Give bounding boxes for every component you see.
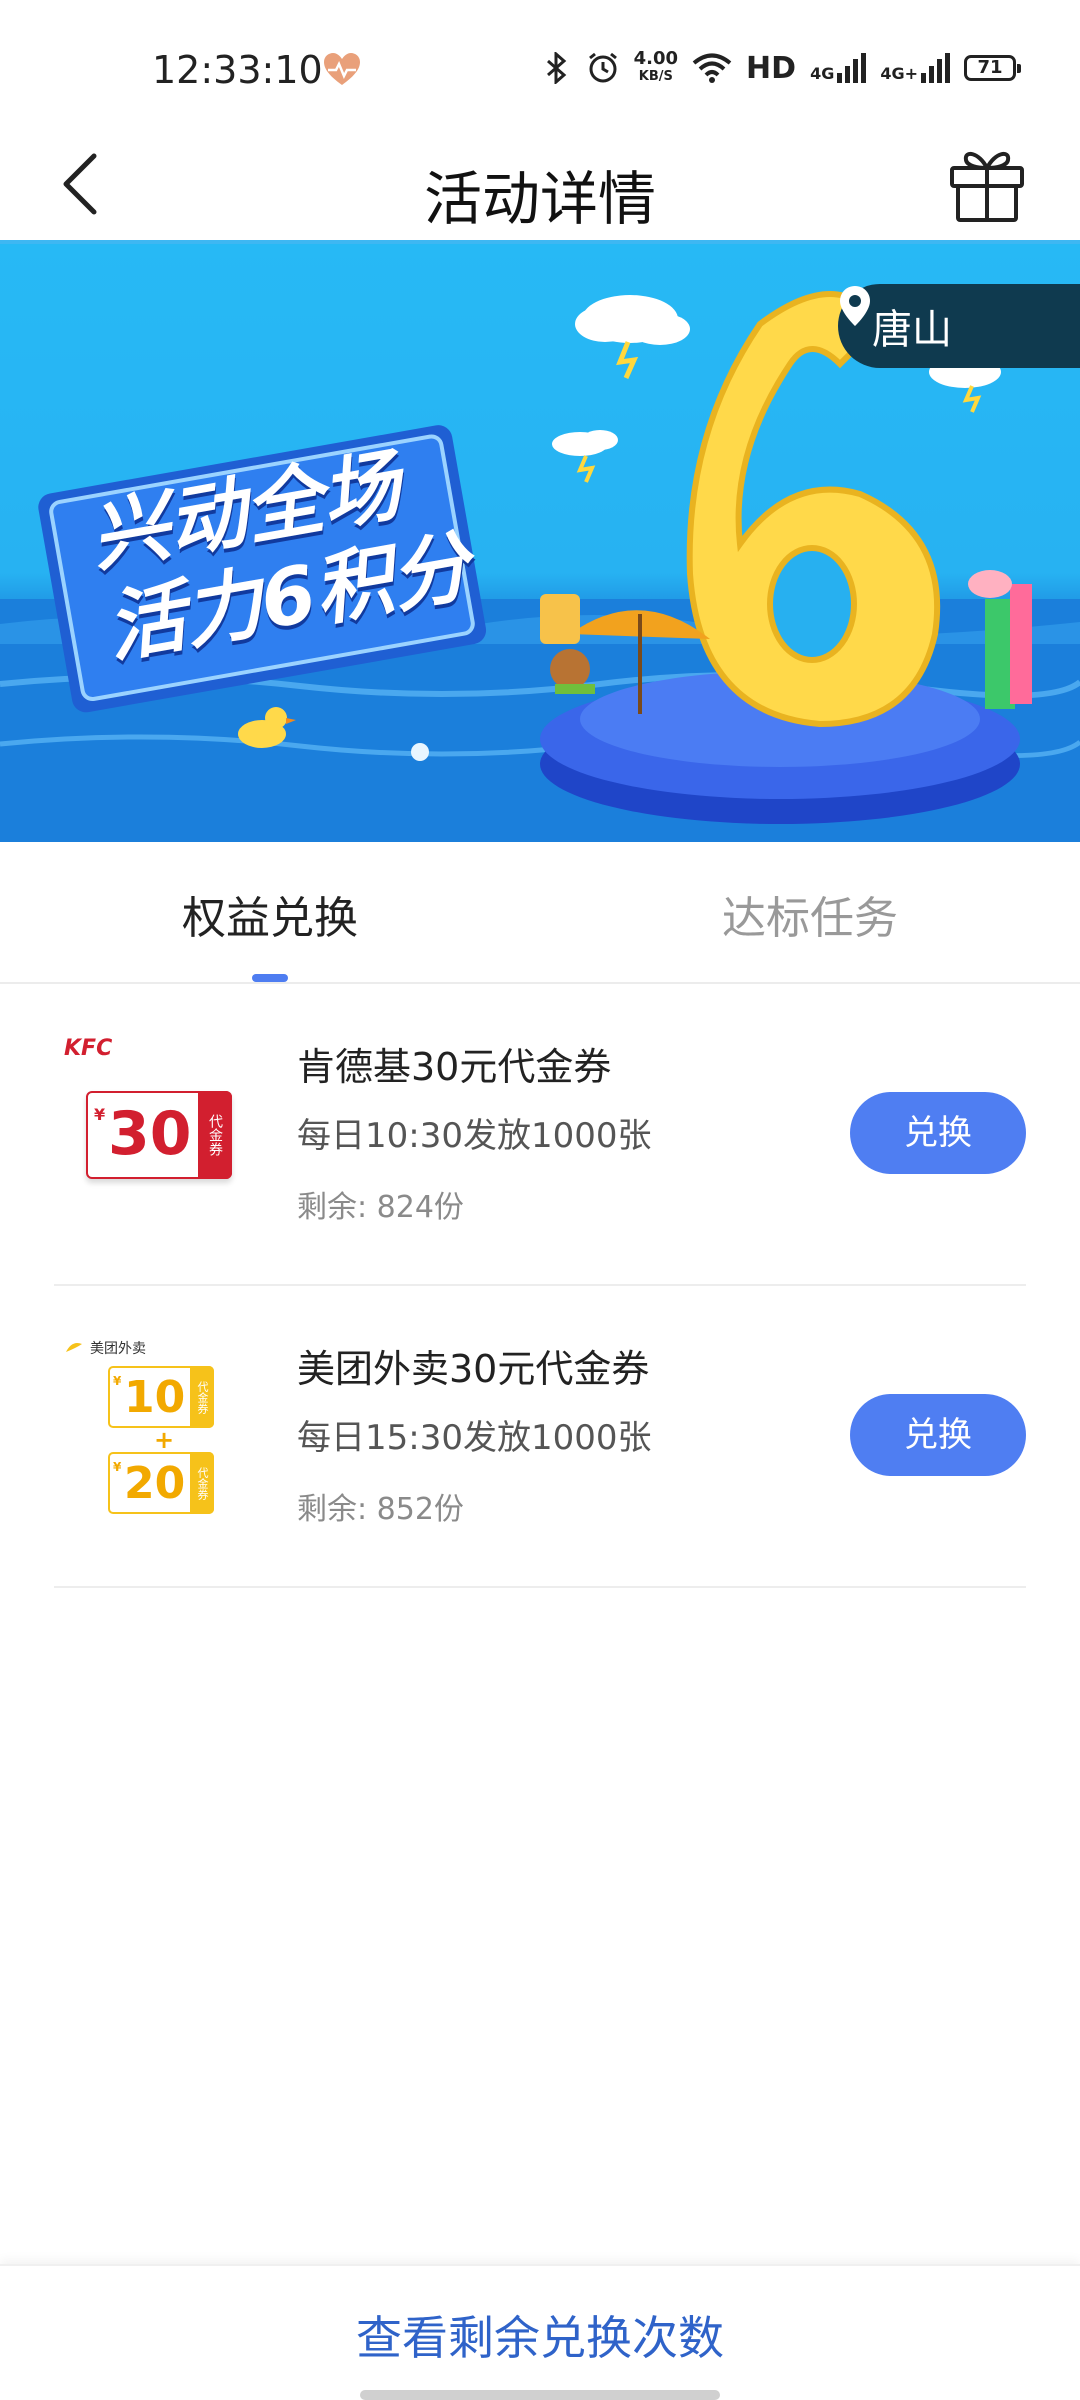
bluetooth-icon: [546, 52, 566, 84]
list-item[interactable]: 美团外卖 ¥ 10 代金券 + ¥ 20 代金券 美团外卖30元代金券 每日15…: [54, 1288, 1026, 1588]
exchange-button[interactable]: 兑换: [850, 1394, 1026, 1476]
location-pin-icon: [840, 286, 870, 326]
location-selector[interactable]: 唐山: [838, 284, 1080, 368]
kfc-voucher-thumbnail: KFC ¥ 30 代金券: [64, 1036, 244, 1226]
page-title: 活动详情: [423, 165, 656, 233]
active-tab-indicator: [252, 974, 288, 982]
currency-symbol: ¥: [113, 1374, 122, 1388]
status-time: 12:33:10: [152, 48, 323, 92]
net-speed-value: 4.00: [633, 48, 679, 69]
voucher-amount-20: 20: [124, 1458, 186, 1509]
list-item[interactable]: KFC ¥ 30 代金券 肯德基30元代金券 每日10:30发放1000张 剩余…: [54, 986, 1026, 1286]
location-label: 唐山: [872, 307, 952, 353]
status-icons: 4.00 KB/S HD 4G 4G+ 71: [542, 50, 1021, 86]
bottom-bar: 查看剩余兑换次数: [0, 2264, 1080, 2400]
alarm-icon: [588, 52, 617, 83]
net-speed: 4.00 KB/S: [634, 50, 678, 86]
meituan-voucher-thumbnail: 美团外卖 ¥ 10 代金券 + ¥ 20 代金券: [64, 1338, 244, 1528]
promo-banner[interactable]: 兴动全场 活力6积分 唐山: [0, 244, 1080, 842]
meituan-logo-icon: [66, 1343, 82, 1352]
item-remaining: 剩余: 852份: [297, 1492, 464, 1527]
voucher-ticket: ¥ 30 代金券: [86, 1091, 232, 1179]
voucher-ticket-10: ¥ 10 代金券: [108, 1366, 214, 1428]
voucher-tag: 代金券: [198, 1091, 232, 1179]
signal-1: 4G: [810, 53, 867, 83]
tab-bar: 权益兑换 达标任务: [0, 842, 1080, 984]
signal-2-label: 4G+: [880, 64, 918, 83]
gift-icon[interactable]: [944, 140, 1030, 226]
view-remaining-exchanges-link[interactable]: 查看剩余兑换次数: [0, 2302, 1080, 2368]
signal-bars-icon: [837, 53, 867, 83]
currency-symbol: ¥: [113, 1460, 122, 1474]
wifi-icon: [692, 53, 732, 83]
voucher-amount: 30: [108, 1099, 192, 1169]
voucher-tag: 代金券: [190, 1366, 214, 1428]
voucher-ticket-20: ¥ 20 代金券: [108, 1452, 214, 1514]
header: 活动详情: [0, 130, 1080, 240]
currency-symbol: ¥: [94, 1105, 106, 1124]
signal-bars-icon: [921, 53, 950, 83]
signal-2: 4G+: [880, 53, 950, 83]
status-bar: 12:33:10 4.00 KB/S HD 4G 4G+ 71: [0, 0, 1080, 130]
signal-1-label: 4G: [810, 64, 835, 83]
health-heart-icon: [324, 53, 360, 85]
item-schedule: 每日10:30发放1000张: [297, 1116, 652, 1156]
thumb-brand: KFC: [64, 1036, 113, 1061]
home-indicator[interactable]: [360, 2390, 720, 2400]
hd-indicator: HD: [746, 50, 797, 86]
battery-indicator: 71: [964, 55, 1021, 81]
thumb-brand: 美团外卖: [64, 1338, 146, 1358]
tab-target-tasks[interactable]: 达标任务: [540, 882, 1080, 946]
exchange-button[interactable]: 兑换: [850, 1092, 1026, 1174]
plus-sign: +: [154, 1426, 175, 1454]
voucher-tag: 代金券: [190, 1452, 214, 1514]
tab-rights-exchange[interactable]: 权益兑换: [0, 882, 540, 946]
voucher-amount-10: 10: [124, 1372, 186, 1423]
thumb-brand-name: 美团外卖: [90, 1341, 146, 1357]
item-remaining: 剩余: 824份: [297, 1190, 464, 1225]
item-schedule: 每日15:30发放1000张: [297, 1418, 652, 1458]
item-title: 肯德基30元代金券: [297, 1045, 612, 1089]
item-title: 美团外卖30元代金券: [297, 1347, 650, 1391]
net-speed-unit: KB/S: [638, 69, 673, 84]
